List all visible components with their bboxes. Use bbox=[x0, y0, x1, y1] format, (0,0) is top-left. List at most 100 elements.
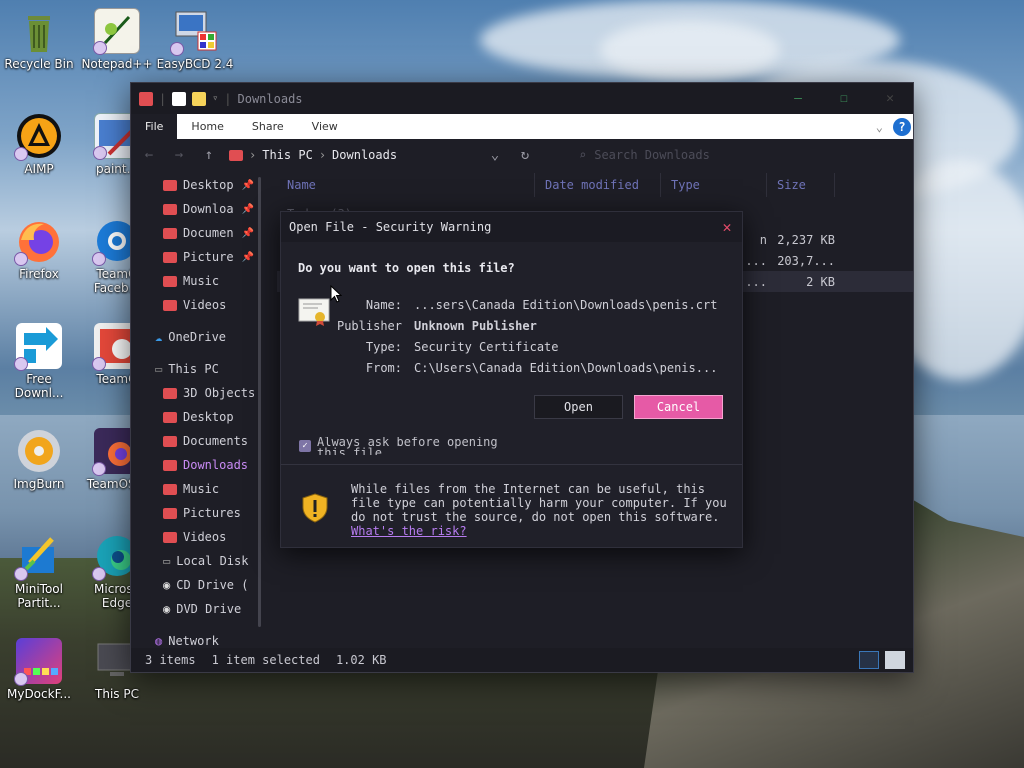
maximize-button[interactable]: ☐ bbox=[821, 83, 867, 114]
field-type: Type: Security Certificate bbox=[336, 336, 717, 357]
nav-label: DVD Drive bbox=[176, 602, 242, 616]
warning-message: While files from the Internet can be use… bbox=[351, 482, 731, 538]
desktop-icon-label: Firefox bbox=[19, 267, 59, 281]
open-button[interactable]: Open bbox=[534, 395, 623, 419]
customize-toolbar-icon[interactable]: ▿ bbox=[212, 93, 218, 104]
column-date-modified[interactable]: Date modified bbox=[535, 173, 661, 197]
ribbon-tabs: File Home Share View ⌄ ? bbox=[131, 114, 913, 139]
nav-item-documents-quick[interactable]: Documen 📌 bbox=[131, 221, 261, 245]
expand-ribbon-icon[interactable]: ⌄ bbox=[876, 120, 883, 134]
desktop-icon-firefox[interactable]: Firefox bbox=[0, 218, 78, 281]
pin-icon: 📌 bbox=[241, 251, 255, 263]
aimp-icon bbox=[14, 113, 62, 161]
nav-item-pictures-quick[interactable]: Picture 📌 bbox=[131, 245, 261, 269]
desktop-icon-notepadpp[interactable]: Notepad++ bbox=[78, 8, 156, 71]
nav-item-dvd-drive[interactable]: ◉ DVD Drive bbox=[131, 597, 261, 621]
nav-item-onedrive[interactable]: ☁ OneDrive bbox=[131, 325, 261, 349]
desktop-icon-recycle-bin[interactable]: Recycle Bin bbox=[0, 8, 78, 71]
breadcrumb-downloads[interactable]: Downloads bbox=[332, 148, 397, 162]
nav-label: OneDrive bbox=[168, 330, 227, 344]
close-button[interactable]: ✕ bbox=[867, 83, 913, 114]
nav-item-desktop[interactable]: Desktop 📌 bbox=[131, 173, 261, 197]
window-title: Downloads bbox=[237, 91, 303, 106]
properties-icon[interactable] bbox=[172, 91, 187, 106]
column-size[interactable]: Size bbox=[767, 173, 835, 197]
nav-item-downloads-quick[interactable]: Downloa 📌 bbox=[131, 197, 261, 221]
nav-item-downloads-pc[interactable]: Downloads bbox=[131, 453, 261, 477]
always-ask-checkbox[interactable]: ✓ Always ask before opening this file bbox=[299, 437, 532, 455]
search-input[interactable]: ⌕ Search Downloads bbox=[579, 148, 710, 162]
nav-item-music-quick[interactable]: Music bbox=[131, 269, 261, 293]
field-label: From: bbox=[365, 360, 402, 375]
desktop-icon-easybcd[interactable]: EasyBCD 2.4 bbox=[156, 8, 234, 71]
nav-item-this-pc[interactable]: ▭ This PC bbox=[131, 357, 261, 381]
field-label: Name: bbox=[365, 297, 402, 312]
nav-item-pictures-pc[interactable]: Pictures bbox=[131, 501, 261, 525]
tab-view[interactable]: View bbox=[298, 114, 352, 139]
desktop-icon-label: This PC bbox=[95, 687, 139, 701]
quick-access-toolbar: | ▿ | bbox=[139, 91, 232, 106]
up-icon[interactable]: ↑ bbox=[199, 147, 219, 163]
field-from: From: C:\Users\Canada Edition\Downloads\p… bbox=[336, 357, 718, 378]
whats-the-risk-link[interactable]: What's the risk? bbox=[351, 524, 731, 538]
nav-item-cd-drive[interactable]: ◉ CD Drive ( bbox=[131, 573, 261, 597]
mydockfinder-icon bbox=[14, 638, 62, 686]
search-placeholder: Search Downloads bbox=[594, 148, 710, 162]
nav-label: Documen bbox=[183, 226, 234, 240]
nav-item-videos-quick[interactable]: Videos bbox=[131, 293, 261, 317]
nav-label: CD Drive ( bbox=[176, 578, 249, 592]
desktop-icon-free-download-manager[interactable]: Free Downl... bbox=[0, 323, 78, 400]
column-type[interactable]: Type bbox=[661, 173, 767, 197]
folder-icon bbox=[163, 531, 177, 543]
imgburn-icon bbox=[16, 428, 62, 474]
breadcrumb-this-pc[interactable]: This PC bbox=[262, 148, 313, 162]
desktop-icon-imgburn[interactable]: ImgBurn bbox=[0, 428, 78, 491]
recycle-bin-icon bbox=[16, 8, 62, 54]
tab-share[interactable]: Share bbox=[238, 114, 298, 139]
column-name[interactable]: Name bbox=[277, 173, 535, 197]
refresh-icon[interactable]: ↻ bbox=[515, 147, 535, 163]
dialog-close-icon[interactable]: ✕ bbox=[712, 218, 742, 236]
desktop-icon-mydockfinder[interactable]: MyDockF... bbox=[0, 638, 78, 701]
tab-home[interactable]: Home bbox=[177, 114, 237, 139]
status-item-count: 3 items bbox=[145, 653, 196, 667]
file-size: 2 KB bbox=[806, 274, 835, 289]
nav-item-3d-objects[interactable]: 3D Objects bbox=[131, 381, 261, 405]
security-warning-dialog: Open File - Security Warning ✕ Do you wa… bbox=[280, 211, 743, 548]
desktop-icon-minitool[interactable]: MiniTool Partit... bbox=[0, 533, 78, 610]
tab-file[interactable]: File bbox=[131, 114, 178, 139]
nav-label: Desktop bbox=[183, 410, 234, 424]
nav-item-videos-pc[interactable]: Videos bbox=[131, 525, 261, 549]
nav-item-local-disk[interactable]: ▭ Local Disk bbox=[131, 549, 261, 573]
address-bar-row: ← → ↑ › This PC › Downloads ⌄ ↻ ⌕ Search… bbox=[131, 139, 913, 171]
nav-label: 3D Objects bbox=[183, 386, 256, 400]
breadcrumb[interactable]: › This PC › Downloads bbox=[229, 148, 469, 162]
folder-icon bbox=[163, 203, 177, 215]
details-view-icon[interactable] bbox=[859, 651, 879, 669]
nav-label: Network bbox=[168, 634, 219, 648]
nav-item-documents-pc[interactable]: Documents bbox=[131, 429, 261, 453]
desktop-icon-label: EasyBCD 2.4 bbox=[156, 57, 234, 71]
desktop-icon-label: ImgBurn bbox=[13, 477, 65, 491]
folder-icon bbox=[163, 459, 177, 471]
cancel-button[interactable]: Cancel bbox=[634, 395, 723, 419]
forward-icon[interactable]: → bbox=[169, 147, 189, 163]
minimize-button[interactable]: — bbox=[775, 83, 821, 114]
desktop-icon-label: Free Downl... bbox=[14, 372, 64, 400]
separator: | bbox=[224, 91, 232, 106]
large-icons-view-icon[interactable] bbox=[885, 651, 905, 669]
new-folder-icon[interactable] bbox=[192, 91, 207, 106]
separator: | bbox=[159, 91, 167, 106]
checkmark-icon[interactable]: ✓ bbox=[299, 440, 311, 452]
certificate-icon bbox=[298, 297, 330, 327]
computer-icon: ▭ bbox=[155, 362, 163, 376]
desktop-icon-aimp[interactable]: AIMP bbox=[0, 113, 78, 176]
nav-item-desktop-pc[interactable]: Desktop bbox=[131, 405, 261, 429]
help-icon[interactable]: ? bbox=[893, 117, 911, 136]
nav-item-music-pc[interactable]: Music bbox=[131, 477, 261, 501]
desktop-icon-label: Notepad++ bbox=[81, 57, 153, 71]
address-dropdown-icon[interactable]: ⌄ bbox=[485, 147, 505, 163]
back-icon[interactable]: ← bbox=[139, 147, 159, 163]
disc-icon: ◉ bbox=[163, 578, 171, 592]
checkbox-label: Always ask before opening this file bbox=[317, 437, 498, 455]
